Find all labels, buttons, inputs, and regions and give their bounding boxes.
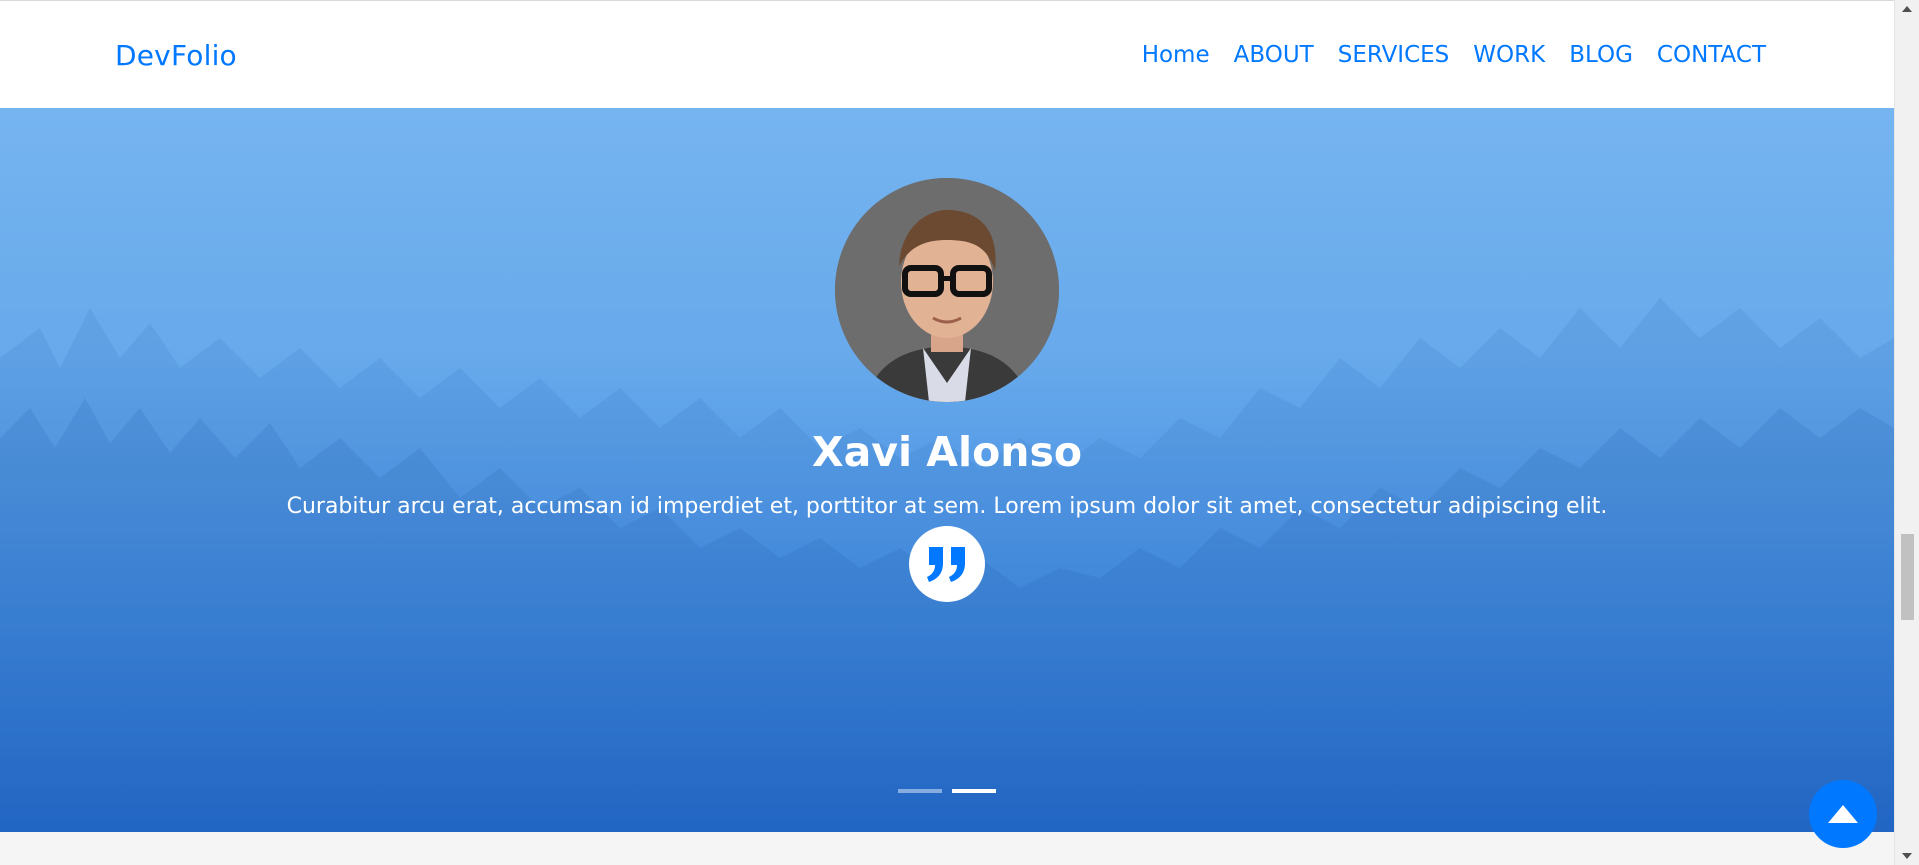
nav-home[interactable]: Home bbox=[1142, 42, 1210, 68]
navbar: DevFolio Home ABOUT SERVICES WORK BLOG C… bbox=[0, 0, 1894, 108]
testimonial-name: Xavi Alonso bbox=[811, 428, 1083, 476]
page: DevFolio Home ABOUT SERVICES WORK BLOG C… bbox=[0, 0, 1894, 865]
scrollbar[interactable] bbox=[1894, 0, 1919, 865]
carousel-dot-2[interactable] bbox=[952, 789, 996, 793]
scroll-down-arrow-icon[interactable] bbox=[1895, 847, 1919, 865]
nav-services[interactable]: SERVICES bbox=[1338, 42, 1450, 68]
brand-logo[interactable]: DevFolio bbox=[115, 39, 237, 72]
carousel-dot-1[interactable] bbox=[898, 789, 942, 793]
nav-contact[interactable]: CONTACT bbox=[1657, 42, 1766, 68]
testimonial-section: Xavi Alonso Curabitur arcu erat, accumsa… bbox=[0, 108, 1894, 832]
testimonial-text: Curabitur arcu erat, accumsan id imperdi… bbox=[286, 494, 1608, 519]
chevron-up-icon bbox=[1828, 805, 1858, 823]
quote-icon bbox=[909, 526, 985, 602]
carousel-dots bbox=[898, 789, 996, 793]
main-nav: Home ABOUT SERVICES WORK BLOG CONTACT bbox=[1142, 42, 1766, 68]
back-to-top-button[interactable] bbox=[1809, 780, 1877, 848]
person-photo bbox=[835, 178, 1059, 402]
scrollbar-thumb[interactable] bbox=[1901, 534, 1914, 620]
avatar bbox=[835, 178, 1059, 402]
nav-work[interactable]: WORK bbox=[1473, 42, 1545, 68]
nav-about[interactable]: ABOUT bbox=[1234, 42, 1314, 68]
nav-blog[interactable]: BLOG bbox=[1569, 42, 1633, 68]
scroll-up-arrow-icon[interactable] bbox=[1895, 0, 1919, 18]
